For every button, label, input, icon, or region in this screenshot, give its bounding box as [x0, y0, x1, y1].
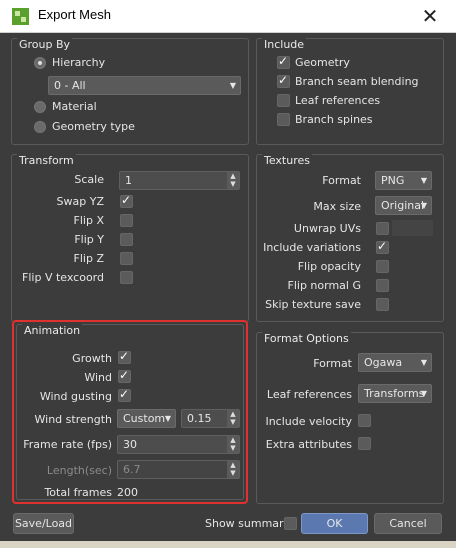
- geometry-type-label: Geometry type: [52, 120, 135, 133]
- include-variations-checkbox[interactable]: [376, 239, 389, 254]
- format-label: Format: [313, 357, 352, 370]
- branch-spines-label: Branch spines: [295, 113, 373, 126]
- skip-texture-checkbox[interactable]: [376, 298, 389, 311]
- chevron-down-icon: ▼: [420, 358, 428, 367]
- flip-y-checkbox[interactable]: [120, 233, 133, 246]
- title-bar: Export Mesh ✕: [0, 0, 456, 33]
- branch-seam-checkbox[interactable]: [277, 73, 290, 88]
- dialog-body: Group By Hierarchy 0 - All ▼ Material Ge…: [0, 33, 456, 548]
- hierarchy-label: Hierarchy: [52, 56, 106, 69]
- geometry-label: Geometry: [295, 56, 350, 69]
- swap-yz-label: Swap YZ: [56, 195, 104, 208]
- transform-title: Transform: [17, 154, 76, 167]
- scale-value: 1: [125, 174, 132, 187]
- chevron-down-icon: ▼: [420, 201, 428, 210]
- include-velocity-checkbox[interactable]: [358, 414, 371, 427]
- flip-normal-checkbox[interactable]: [376, 279, 389, 292]
- hierarchy-select-value: 0 - All: [54, 79, 86, 92]
- leaf-refs-label: Leaf references: [266, 388, 352, 401]
- branch-seam-label: Branch seam blending: [295, 75, 419, 88]
- flip-opacity-label: Flip opacity: [297, 260, 361, 273]
- format-select[interactable]: Ogawa ▼: [358, 353, 432, 372]
- save-load-button[interactable]: Save/Load: [13, 513, 74, 534]
- flip-x-label: Flip X: [73, 214, 104, 227]
- show-summary-label: Show summary: [205, 517, 291, 530]
- cancel-button[interactable]: Cancel: [374, 513, 442, 534]
- show-summary-checkbox[interactable]: [284, 517, 297, 530]
- chevron-down-icon: ▼: [420, 389, 428, 398]
- textures-title: Textures: [262, 154, 312, 167]
- flip-normal-label: Flip normal G: [287, 279, 361, 292]
- extra-attributes-checkbox[interactable]: [358, 437, 371, 450]
- tex-format-select[interactable]: PNG ▼: [375, 171, 432, 190]
- flip-v-checkbox[interactable]: [120, 271, 133, 284]
- tex-format-value: PNG: [381, 174, 405, 187]
- unwrap-disabled-field: [392, 220, 433, 236]
- swap-yz-checkbox[interactable]: [120, 193, 133, 208]
- leaf-refs-value: Transforms: [364, 387, 425, 400]
- include-variations-label: Include variations: [263, 241, 361, 254]
- flip-v-label: Flip V texcoord: [22, 271, 104, 284]
- highlight-box: [12, 320, 248, 504]
- skip-texture-label: Skip texture save: [265, 298, 361, 311]
- material-label: Material: [52, 100, 97, 113]
- window-title: Export Mesh: [38, 7, 111, 22]
- tex-format-label: Format: [322, 174, 361, 187]
- hierarchy-select[interactable]: 0 - All ▼: [48, 76, 241, 95]
- chevron-down-icon: ▼: [229, 81, 237, 90]
- leaf-references-checkbox[interactable]: [277, 94, 290, 107]
- bottom-edge: [0, 541, 456, 548]
- geometry-type-radio[interactable]: [34, 121, 46, 133]
- material-radio[interactable]: [34, 101, 46, 113]
- format-options-title: Format Options: [262, 332, 351, 345]
- flip-z-checkbox[interactable]: [120, 252, 133, 265]
- max-size-label: Max size: [313, 200, 361, 213]
- flip-z-label: Flip Z: [73, 252, 104, 265]
- flip-y-label: Flip Y: [74, 233, 104, 246]
- unwrap-label: Unwrap UVs: [293, 222, 361, 235]
- geometry-checkbox[interactable]: [277, 54, 290, 69]
- chevron-down-icon: ▼: [420, 176, 428, 185]
- branch-spines-checkbox[interactable]: [277, 113, 290, 126]
- leaf-references-label: Leaf references: [295, 94, 381, 107]
- spin-arrows-icon[interactable]: ▲ ▼: [227, 172, 239, 189]
- hierarchy-radio[interactable]: [34, 57, 46, 69]
- close-icon[interactable]: ✕: [410, 2, 450, 30]
- flip-x-checkbox[interactable]: [120, 214, 133, 227]
- max-size-value: Original: [381, 199, 425, 212]
- format-value: Ogawa: [364, 356, 403, 369]
- group-by-title: Group By: [17, 38, 73, 51]
- unwrap-checkbox[interactable]: [376, 222, 389, 235]
- app-icon: [12, 8, 29, 25]
- include-title: Include: [262, 38, 307, 51]
- extra-attributes-label: Extra attributes: [265, 438, 352, 451]
- scale-input[interactable]: 1 ▲ ▼: [119, 171, 240, 190]
- ok-button[interactable]: OK: [301, 513, 368, 534]
- flip-opacity-checkbox[interactable]: [376, 260, 389, 273]
- max-size-select[interactable]: Original ▼: [375, 196, 432, 215]
- scale-label: Scale: [74, 173, 104, 186]
- leaf-refs-select[interactable]: Transforms ▼: [358, 384, 432, 403]
- include-velocity-label: Include velocity: [265, 415, 352, 428]
